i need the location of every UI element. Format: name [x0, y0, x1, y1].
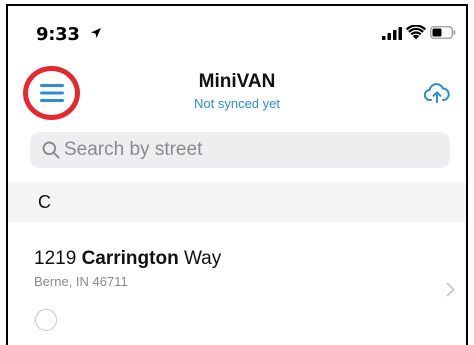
street-suffix: Way: [183, 248, 222, 269]
street-name: Carrington: [81, 248, 179, 269]
city-state-zip: Berne, IN 46711: [34, 274, 128, 289]
phone-screen: 9:33 MiniVAN Not synced yet Search by st…: [6, 4, 468, 345]
sync-status-text: Not synced yet: [194, 96, 280, 111]
navigation-bar: MiniVAN Not synced yet: [8, 58, 466, 120]
cloud-upload-icon: [423, 83, 450, 103]
list-item-address[interactable]: 1219 Carrington Way Berne, IN 46711: [8, 222, 466, 345]
status-time: 9:33: [36, 24, 80, 45]
page-title: MiniVAN: [198, 71, 276, 92]
search-icon: [42, 141, 60, 159]
sync-button[interactable]: [423, 82, 450, 104]
section-header: C: [8, 182, 466, 222]
section-header-letter: C: [38, 192, 51, 212]
house-number: 1219: [34, 248, 77, 269]
location-arrow-icon: [91, 28, 101, 38]
search-input[interactable]: [64, 132, 444, 168]
chevron-right-icon: [446, 282, 455, 297]
cellular-signal-icon: [382, 27, 402, 40]
battery-icon: [430, 26, 456, 39]
search-bar: [30, 132, 450, 168]
address-line: 1219 Carrington Way: [34, 248, 221, 270]
wifi-icon: [406, 25, 426, 40]
visit-status-circle[interactable]: [35, 309, 57, 331]
status-bar: 9:33: [8, 6, 466, 58]
